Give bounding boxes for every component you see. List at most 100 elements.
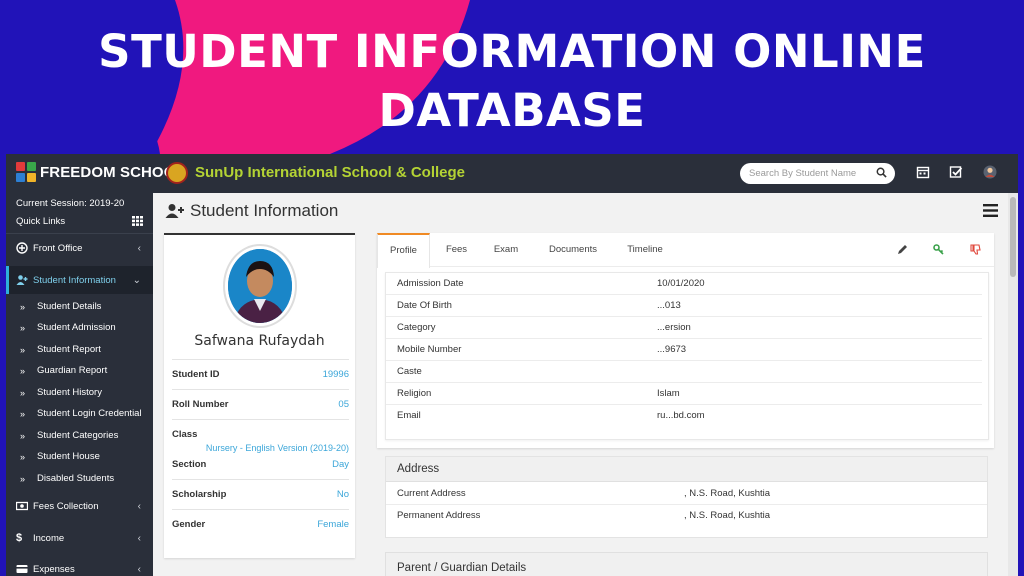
sidebar-item-student-information[interactable]: Student Information ⌄ <box>6 266 153 294</box>
school-emblem-icon <box>166 162 188 184</box>
sidebar-item-label: Fees Collection <box>33 500 99 512</box>
address-row-current: Current Address , N.S. Road, Kushtia <box>386 483 987 505</box>
menu-icon[interactable] <box>983 204 998 217</box>
tab-profile[interactable]: Profile <box>377 233 430 268</box>
profile-row-value[interactable]: Day <box>332 459 349 470</box>
thumbs-down-icon[interactable] <box>970 244 981 255</box>
detail-label: Religion <box>397 388 432 399</box>
profile-row-label: Class <box>172 429 198 440</box>
money-icon <box>16 501 28 511</box>
sidebar-item-income[interactable]: $ Income ‹ <box>6 524 153 552</box>
profile-row-label: Gender <box>172 519 206 530</box>
user-plus-icon <box>16 275 28 285</box>
sidebar-subitem-label: Student House <box>37 451 100 462</box>
double-chevron-icon: » <box>20 451 26 462</box>
page-scrollbar[interactable] <box>1008 193 1018 576</box>
profile-row-value[interactable]: No <box>337 489 349 500</box>
quick-links[interactable]: Quick Links <box>16 216 65 227</box>
detail-value: ...ersion <box>657 322 691 333</box>
sidebar-subitem-label: Student Categories <box>37 430 119 441</box>
sidebar-item-label: Expenses <box>33 563 75 575</box>
chevron-left-icon: ‹ <box>137 242 141 254</box>
sidebar-subitem-student-history[interactable]: » Student History <box>6 382 153 403</box>
address-card: Address Current Address , N.S. Road, Kus… <box>385 456 988 538</box>
user-avatar-icon[interactable] <box>983 165 997 179</box>
sidebar-subitem-student-house[interactable]: » Student House <box>6 446 153 467</box>
profile-row-value[interactable]: 19996 <box>323 369 349 380</box>
user-plus-icon <box>165 204 184 218</box>
tab-exam[interactable]: Exam <box>483 233 529 267</box>
student-profile-card: Safwana Rufaydah Student ID 19996 Roll N… <box>164 233 355 558</box>
checkbox-icon[interactable] <box>949 165 963 179</box>
sidebar-item-expenses[interactable]: Expenses ‹ <box>6 555 153 576</box>
parent-guardian-card: Parent / Guardian Details <box>385 552 988 576</box>
search-icon[interactable] <box>876 167 887 178</box>
sidebar-subitem-disabled-students[interactable]: » Disabled Students <box>6 468 153 489</box>
sidebar-subitem-label: Student Login Credential <box>37 408 142 419</box>
detail-value[interactable]: ru...bd.com <box>657 410 705 421</box>
double-chevron-icon: » <box>20 365 26 376</box>
profile-row-class: Class Nursery - English Version (2019-20… <box>172 419 349 479</box>
double-chevron-icon: » <box>20 473 26 484</box>
double-chevron-icon: » <box>20 344 26 355</box>
sidebar-subitem-student-report[interactable]: » Student Report <box>6 339 153 360</box>
sidebar-subitem-student-admission[interactable]: » Student Admission <box>6 317 153 338</box>
profile-row-scholarship: Scholarship No <box>172 479 349 509</box>
student-search-input[interactable] <box>749 168 867 179</box>
student-photo <box>228 249 292 323</box>
detail-label: Email <box>397 410 421 421</box>
profile-row-label: Section <box>172 459 207 470</box>
student-avatar <box>223 244 297 328</box>
profile-row-student-id: Student ID 19996 <box>172 359 349 389</box>
address-value: , N.S. Road, Kushtia <box>684 488 771 499</box>
sidebar-item-fees-collection[interactable]: Fees Collection ‹ <box>6 492 153 520</box>
school-name: SunUp International School & College <box>195 164 466 181</box>
grid-icon[interactable] <box>132 216 143 226</box>
profile-row-label: Student ID <box>172 369 220 380</box>
detail-row-category: Category ...ersion <box>386 317 982 339</box>
tab-fees[interactable]: Fees <box>435 233 478 267</box>
sidebar-item-label: Income <box>33 532 65 544</box>
sidebar-subitem-label: Student Details <box>37 301 102 312</box>
address-row-permanent: Permanent Address , N.S. Road, Kushtia <box>386 505 987 527</box>
student-name: Safwana Rufaydah <box>194 333 325 349</box>
double-chevron-icon: » <box>20 408 26 419</box>
sidebar-item-label: Student Information <box>33 274 116 286</box>
sidebar-subitem-guardian-report[interactable]: » Guardian Report <box>6 360 153 381</box>
student-details-card: Profile Fees Exam Documents Timeline Adm… <box>377 233 994 448</box>
detail-row-date-of-birth: Date Of Birth ...013 <box>386 295 982 317</box>
app-logo[interactable]: FREEDOM SCHOOL <box>16 162 185 182</box>
sidebar-subitem-student-login-credential[interactable]: » Student Login Credential <box>6 403 153 424</box>
sidebar-subitem-student-details[interactable]: » Student Details <box>6 296 153 317</box>
profile-row-gender: Gender Female <box>172 509 349 539</box>
key-icon[interactable] <box>933 244 944 255</box>
sidebar-item-front-office[interactable]: Front Office ‹ <box>6 234 153 262</box>
tab-timeline[interactable]: Timeline <box>617 233 673 267</box>
logo-icon <box>16 162 36 182</box>
student-search <box>740 163 895 184</box>
parent-guardian-title: Parent / Guardian Details <box>386 553 987 576</box>
page-header: Student Information <box>165 201 338 221</box>
profile-row-value[interactable]: Female <box>317 519 349 530</box>
topbar: FREEDOM SCHOOL SunUp International Schoo… <box>6 154 1018 193</box>
sidebar-subitem-student-categories[interactable]: » Student Categories <box>6 425 153 446</box>
detail-label: Date Of Birth <box>397 300 452 311</box>
chevron-left-icon: ‹ <box>137 500 141 512</box>
scrollbar-thumb[interactable] <box>1010 197 1016 277</box>
address-value: , N.S. Road, Kushtia <box>684 510 771 521</box>
banner-title: STUDENT INFORMATION ONLINE DATABASE <box>0 22 1024 140</box>
detail-value: Islam <box>657 388 680 399</box>
address-section-title: Address <box>386 457 987 482</box>
detail-row-caste: Caste <box>386 361 982 383</box>
page-title: Student Information <box>190 201 339 220</box>
tab-documents[interactable]: Documents <box>537 233 609 267</box>
sidebar-subitem-label: Guardian Report <box>37 365 108 376</box>
sidebar-subitem-label: Disabled Students <box>37 473 115 484</box>
profile-tabs: Profile Fees Exam Documents Timeline <box>377 233 994 268</box>
profile-row-value[interactable]: 05 <box>338 399 349 410</box>
calendar-icon[interactable] <box>916 165 930 179</box>
pencil-icon[interactable] <box>897 244 908 255</box>
detail-label: Admission Date <box>397 278 464 289</box>
profile-row-value[interactable]: Nursery - English Version (2019-20) <box>206 443 349 453</box>
main-content: Student Information Safwana Rufaydah Stu… <box>153 193 1018 576</box>
